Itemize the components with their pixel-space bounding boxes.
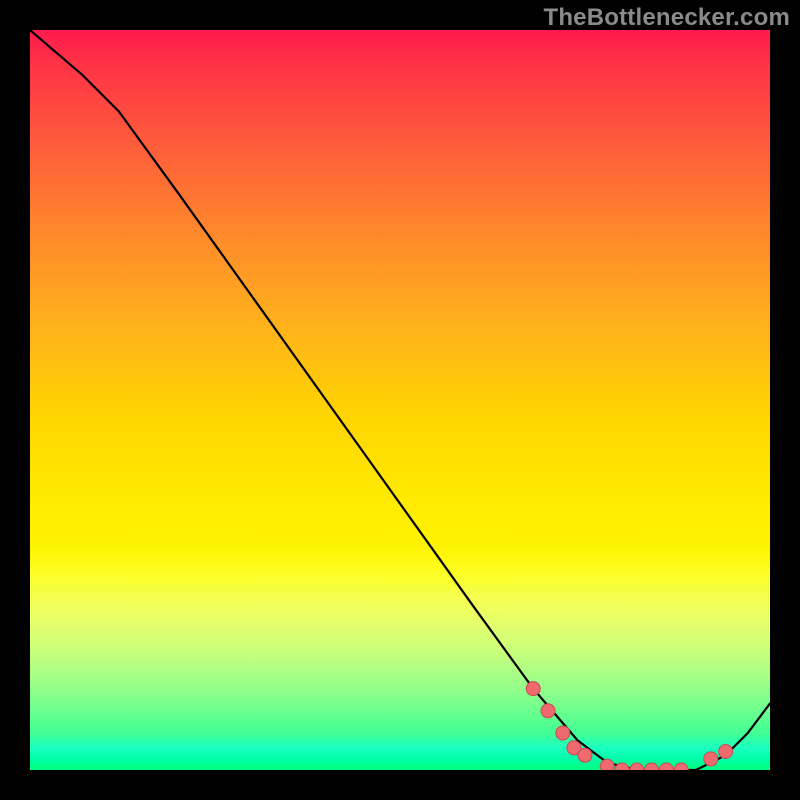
marker-dot: [659, 763, 673, 770]
marker-dot: [556, 726, 570, 740]
marker-dot: [674, 763, 688, 770]
marker-dot: [704, 752, 718, 766]
marker-dot: [719, 745, 733, 759]
marker-dot: [630, 763, 644, 770]
marker-dot: [526, 682, 540, 696]
bottleneck-curve: [30, 30, 770, 770]
marker-dot: [600, 759, 614, 770]
chart-container: TheBottlenecker.com: [0, 0, 800, 800]
curve-layer: [30, 30, 770, 770]
marker-dot: [645, 763, 659, 770]
marker-dot: [541, 704, 555, 718]
plot-area: [30, 30, 770, 770]
attribution-label: TheBottlenecker.com: [543, 4, 790, 32]
highlight-dots: [526, 682, 732, 770]
marker-dot: [578, 748, 592, 762]
